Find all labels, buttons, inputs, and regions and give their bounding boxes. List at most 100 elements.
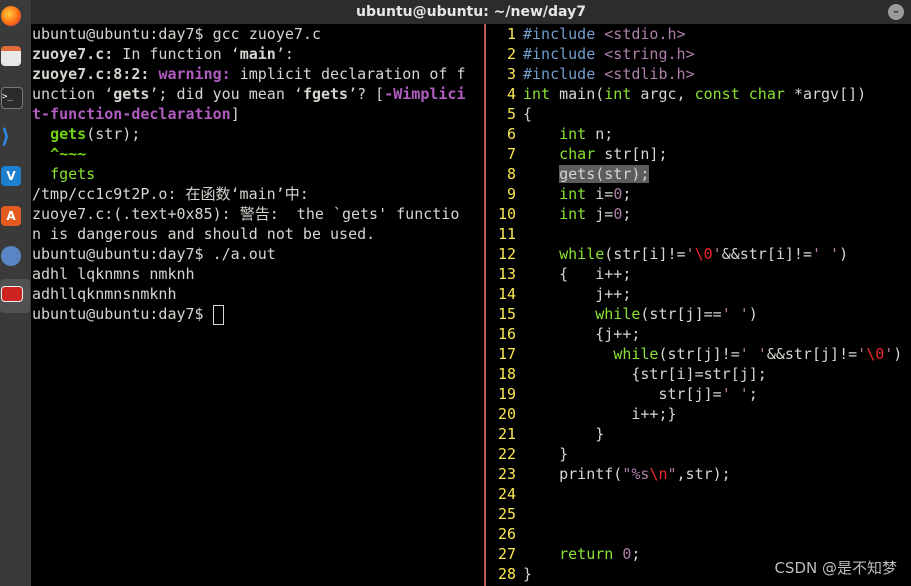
- network-icon[interactable]: [1, 246, 21, 266]
- terminal-pane[interactable]: ubuntu@ubuntu:day7$ gcc zuoye7.c zuoye7.c…: [31, 24, 484, 586]
- code-token: main(: [550, 85, 605, 103]
- code-line: 18 {str[i]=str[j];: [486, 364, 911, 384]
- code-text: gets(str);: [523, 164, 911, 184]
- line-number: 21: [497, 425, 516, 443]
- terminal-line: adhl lqknmns nmknh: [31, 264, 484, 284]
- vim-editor-pane[interactable]: 1 #include <stdio.h> 2 #include <string.h> 3…: [486, 24, 911, 586]
- code-token: {j++;: [523, 325, 641, 343]
- code-token: In function ‘: [113, 45, 240, 63]
- line-number: 24: [497, 485, 516, 503]
- code-text: }: [523, 424, 911, 444]
- code-line: 1 #include <stdio.h>: [486, 24, 911, 44]
- code-token: ' ': [721, 385, 749, 403]
- software-center-icon[interactable]: A: [1, 206, 21, 226]
- code-line: 22 }: [486, 444, 911, 464]
- code-token: argc,: [631, 85, 695, 103]
- code-line: 16 {j++;: [486, 324, 911, 344]
- code-line: 15 while(str[j]==' '): [486, 304, 911, 324]
- code-token: ]: [230, 105, 240, 123]
- line-number: 9: [506, 185, 516, 203]
- code-line: 11: [486, 224, 911, 244]
- line-number: 12: [497, 245, 516, 263]
- files-icon[interactable]: [1, 46, 21, 66]
- line-number: 16: [497, 325, 516, 343]
- line-number: 20: [497, 405, 516, 423]
- code-token: "%s: [622, 465, 650, 483]
- code-token: <string.h>: [604, 45, 695, 63]
- code-token: }: [523, 445, 569, 463]
- code-line: 6 int n;: [486, 124, 911, 144]
- minimize-icon[interactable]: –: [888, 4, 904, 20]
- code-token: const: [694, 85, 740, 103]
- terminal-line: zuoye7.c:(.text+0x85): 警告: the `gets' fu…: [31, 204, 484, 224]
- code-text: while(str[i]!='\0'&&str[i]!=' '): [523, 244, 911, 264]
- code-text: {j++;: [523, 324, 911, 344]
- code-token: (str[j]!=: [658, 345, 740, 363]
- terminal-line: ubuntu@ubuntu:day7$ gcc zuoye7.c: [31, 24, 484, 44]
- watermark: CSDN @是不知梦: [774, 559, 897, 577]
- code-text: {: [523, 104, 911, 124]
- firefox-icon[interactable]: [1, 6, 21, 26]
- code-token: zuoye7.c:8:2:: [32, 65, 159, 83]
- terminal-line: zuoye7.c: In function ‘main’:: [31, 44, 484, 64]
- terminal-line: unction ‘gets’; did you mean ‘fgets’? [-…: [31, 84, 484, 104]
- vlc-icon[interactable]: V: [1, 166, 21, 186]
- code-token: warning:: [158, 65, 240, 83]
- terminal-line: ubuntu@ubuntu:day7$: [31, 304, 484, 325]
- code-text: #include <stdlib.h>: [523, 64, 911, 84]
- code-token: #include: [523, 65, 605, 83]
- code-token: ': [712, 245, 722, 263]
- code-token: ubuntu@ubuntu:day7$: [32, 305, 213, 323]
- code-token: implicit declaration of f: [239, 65, 466, 83]
- code-token: ubuntu@ubuntu:day7$ ./a.out: [32, 245, 276, 263]
- code-text: str[j]=' ';: [523, 384, 911, 404]
- code-token: ;: [631, 545, 641, 563]
- code-token: ' ': [721, 305, 749, 323]
- line-number: 2: [506, 45, 516, 63]
- line-number: 25: [497, 505, 516, 523]
- line-number: 14: [497, 285, 516, 303]
- terminal-cursor: [212, 304, 224, 325]
- code-line: 17 while(str[j]!=' '&&str[j]!='\0'): [486, 344, 911, 364]
- code-token: ): [893, 345, 903, 363]
- code-line: 13 { i++;: [486, 264, 911, 284]
- terminal-line: n is dangerous and should not be used.: [31, 224, 484, 244]
- line-number: 28: [497, 565, 516, 583]
- line-number: 8: [506, 165, 516, 183]
- code-token: j++;: [523, 285, 632, 303]
- code-token: gets: [50, 125, 87, 143]
- line-number: 7: [506, 145, 516, 163]
- code-token: ;: [622, 205, 632, 223]
- code-text: #include <stdio.h>: [523, 24, 911, 44]
- code-token: ): [748, 305, 758, 323]
- code-token: main: [239, 45, 276, 63]
- code-token: ’? [: [348, 85, 385, 103]
- line-number: 10: [497, 205, 516, 223]
- line-number: 15: [497, 305, 516, 323]
- code-token: ' ': [812, 245, 840, 263]
- terminal-icon[interactable]: >_: [1, 87, 23, 109]
- active-app-icon[interactable]: [1, 286, 23, 302]
- code-token: \n: [649, 465, 668, 483]
- code-text: {str[i]=str[j];: [523, 364, 911, 384]
- line-number: 6: [506, 125, 516, 143]
- code-token: (str[i]!=: [604, 245, 686, 263]
- code-token: int: [523, 85, 551, 103]
- code-token: while: [613, 345, 659, 363]
- vscode-icon[interactable]: ⟩: [1, 126, 21, 146]
- code-token: char: [559, 145, 596, 163]
- code-token: return: [559, 545, 614, 563]
- code-token: n;: [586, 125, 614, 143]
- terminal-line: /tmp/cc1c9t2P.o: 在函数‘main’中:: [31, 184, 484, 204]
- line-number: 13: [497, 265, 516, 283]
